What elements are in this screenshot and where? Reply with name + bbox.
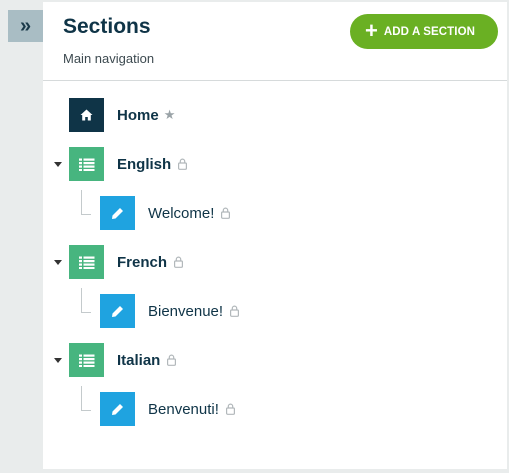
- list-icon: [69, 245, 104, 279]
- collapse-caret-icon[interactable]: [54, 162, 62, 167]
- add-section-label: ADD A SECTION: [383, 25, 476, 38]
- tree-item-section[interactable]: Italian: [69, 343, 177, 377]
- tree-item-label: Benvenuti!: [148, 400, 219, 418]
- tree-item-label: Bienvenue!: [148, 302, 224, 320]
- lock-icon: [230, 305, 240, 317]
- pencil-icon: [100, 392, 135, 426]
- double-chevron-right-icon: »: [19, 14, 32, 37]
- tree-item-page[interactable]: Benvenuti!: [100, 392, 235, 426]
- plus-icon: +: [365, 17, 378, 43]
- tree-item-label: English: [117, 155, 172, 173]
- tree-item-label: Italian: [117, 351, 161, 369]
- list-icon: [69, 147, 104, 181]
- tree-item-section[interactable]: French: [69, 245, 184, 279]
- tree-item-label: French: [117, 253, 168, 271]
- home-icon: [69, 98, 104, 132]
- add-section-button[interactable]: + ADD A SECTION: [350, 14, 498, 49]
- tree-item-home[interactable]: Home ★: [69, 98, 175, 132]
- sections-panel: Sections Main navigation + ADD A SECTION…: [43, 2, 509, 469]
- collapse-caret-icon[interactable]: [54, 260, 62, 265]
- collapse-caret-icon[interactable]: [54, 358, 62, 363]
- tree-item-section[interactable]: English: [69, 147, 188, 181]
- tree-item-label: Home: [117, 106, 159, 124]
- list-icon: [69, 343, 104, 377]
- tree-item-label: Welcome!: [148, 204, 215, 222]
- tree-connector: [81, 190, 91, 215]
- pencil-icon: [100, 294, 135, 328]
- panel-header: Sections Main navigation + ADD A SECTION: [43, 2, 507, 81]
- side-rail: »: [0, 0, 43, 473]
- tree-connector: [81, 288, 91, 313]
- expand-sidebar-button[interactable]: »: [8, 10, 43, 42]
- pencil-icon: [100, 196, 135, 230]
- lock-icon: [167, 354, 177, 366]
- tree-item-page[interactable]: Welcome!: [100, 196, 231, 230]
- lock-icon: [225, 403, 235, 415]
- tree-item-page[interactable]: Bienvenue!: [100, 294, 240, 328]
- lock-icon: [221, 207, 231, 219]
- star-icon: ★: [163, 107, 176, 122]
- page-subtitle: Main navigation: [63, 51, 155, 66]
- lock-icon: [174, 256, 184, 268]
- page-title: Sections: [63, 15, 151, 38]
- tree-connector: [81, 386, 91, 411]
- lock-icon: [178, 158, 188, 170]
